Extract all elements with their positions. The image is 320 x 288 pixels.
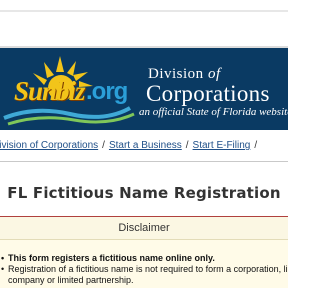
breadcrumb-separator: / xyxy=(185,140,189,151)
sunbiz-logo-link[interactable]: Sunbiz .org xyxy=(0,48,140,130)
division-of-word: of xyxy=(207,66,221,82)
browser-top-strip xyxy=(0,0,288,48)
page-title: FL Fictitious Name Registration xyxy=(7,184,281,202)
division-line1: Division of xyxy=(146,66,270,82)
disclaimer-list: This form registers a fictitious name on… xyxy=(0,253,288,286)
breadcrumb-divider xyxy=(0,161,288,162)
disclaimer-item: This form registers a fictitious name on… xyxy=(0,253,288,264)
site-banner: Sunbiz .org Division of Corporations an … xyxy=(0,48,288,130)
disclaimer-body: This form registers a fictitious name on… xyxy=(0,240,288,288)
disclaimer-item-continued: company or limited partnership. xyxy=(8,275,134,285)
breadcrumb: Division of Corporations / Start a Busines… xyxy=(0,140,288,154)
division-line2: Corporations xyxy=(146,81,270,106)
disclaimer-header: Disclaimer xyxy=(0,216,288,240)
site-tagline: an official State of Florida website xyxy=(139,106,288,118)
logo-org-text: .org xyxy=(86,78,128,105)
division-word: Division xyxy=(148,66,204,82)
logo-sunbiz-text: Sunbiz xyxy=(14,76,86,106)
top-divider xyxy=(0,10,288,12)
breadcrumb-start-a-business[interactable]: Start a Business xyxy=(109,140,182,151)
disclaimer-heading: Disclaimer xyxy=(118,222,170,234)
disclaimer-item: Registration of a fictitious name is not… xyxy=(0,264,288,275)
breadcrumb-start-e-filing[interactable]: Start E-Filing xyxy=(193,140,251,151)
breadcrumb-separator: / xyxy=(102,140,105,151)
breadcrumb-division-of-corporations[interactable]: Division of Corporations xyxy=(0,140,98,151)
breadcrumb-separator: / xyxy=(254,140,258,151)
division-title: Division of Corporations xyxy=(146,66,270,106)
